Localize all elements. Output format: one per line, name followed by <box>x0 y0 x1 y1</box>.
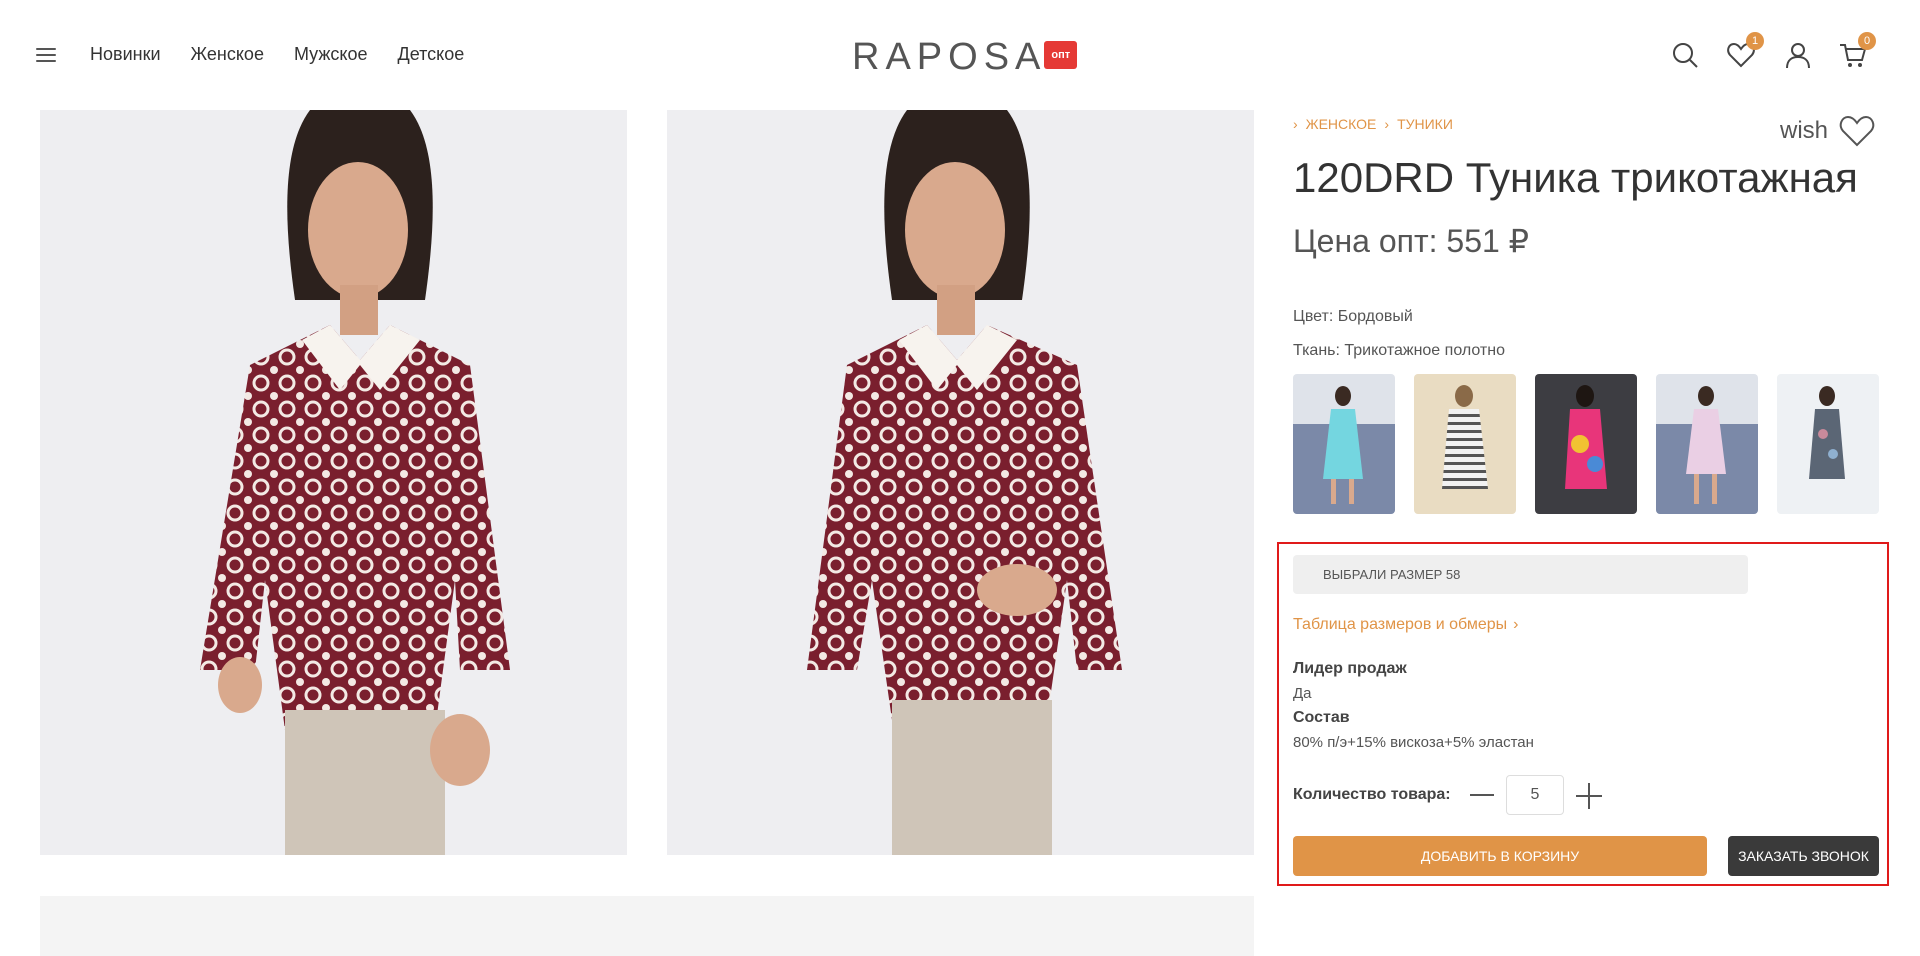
logo[interactable]: RAPOSA опт <box>852 36 1078 79</box>
user-icon[interactable] <box>1783 40 1813 70</box>
heart-icon[interactable]: 1 <box>1726 32 1764 70</box>
quantity-increase-button[interactable] <box>1576 783 1602 809</box>
hamburger-icon[interactable] <box>36 48 56 62</box>
chevron-right-icon: › <box>1384 116 1390 132</box>
wish-label: wish <box>1780 117 1829 144</box>
heart-icon <box>1839 115 1875 147</box>
spec-label-bestseller: Лидер продаж <box>1293 660 1407 677</box>
product-photo-angle[interactable] <box>667 110 1254 855</box>
variant-thumb-pink-print[interactable] <box>1535 374 1637 514</box>
size-selector[interactable]: ВЫБРАЛИ РАЗМЕР 58 <box>1293 555 1748 594</box>
nav-men[interactable]: Мужское <box>294 44 368 65</box>
breadcrumb-tunics[interactable]: ТУНИКИ <box>1397 116 1453 132</box>
cart-count: 0 <box>1858 32 1876 50</box>
product-color: Цвет: Бордовый <box>1293 308 1413 325</box>
nav-new[interactable]: Новинки <box>90 44 161 65</box>
nav-women[interactable]: Женское <box>191 44 264 65</box>
chevron-right-icon: › <box>1513 616 1519 633</box>
main-nav: Новинки Женское Мужское Детское <box>90 44 464 65</box>
product-price: Цена опт: 551 ₽ <box>1293 223 1530 259</box>
quantity-decrease-button[interactable] <box>1470 794 1494 796</box>
search-icon[interactable] <box>1670 40 1700 70</box>
header-icons: 1 0 <box>1670 32 1920 76</box>
quantity-input[interactable] <box>1506 775 1564 815</box>
wishlist-count: 1 <box>1746 32 1764 50</box>
logo-text: RAPOSA <box>852 36 1047 78</box>
spec-value-bestseller: Да <box>1293 685 1312 702</box>
size-table-label: Таблица размеров и обмеры <box>1293 616 1508 633</box>
order-call-button[interactable]: ЗАКАЗАТЬ ЗВОНОК <box>1728 836 1879 876</box>
breadcrumb-women[interactable]: ЖЕНСКОЕ <box>1306 116 1377 132</box>
product-fabric: Ткань: Трикотажное полотно <box>1293 342 1505 359</box>
color-variants <box>1293 374 1879 514</box>
variant-thumb-striped[interactable] <box>1414 374 1516 514</box>
product-title: 120DRD Туника трикотажная <box>1293 154 1858 201</box>
spec-label-composition: Состав <box>1293 709 1350 726</box>
spec-value-composition: 80% п/э+15% вискоза+5% эластан <box>1293 734 1534 751</box>
variant-thumb-lilac[interactable] <box>1656 374 1758 514</box>
breadcrumb: › ЖЕНСКОЕ › ТУНИКИ <box>1293 116 1453 132</box>
site-header: Новинки Женское Мужское Детское RAPOSA о… <box>0 0 1920 110</box>
variant-thumb-turquoise[interactable] <box>1293 374 1395 514</box>
quantity-label: Количество товара: <box>1293 786 1451 803</box>
wish-button[interactable]: wish <box>1780 112 1876 150</box>
add-to-cart-button[interactable]: ДОБАВИТЬ В КОРЗИНУ <box>1293 836 1707 876</box>
cart-icon[interactable]: 0 <box>1838 32 1876 70</box>
product-photo-front[interactable] <box>40 110 627 855</box>
variant-thumb-grey-print[interactable] <box>1777 374 1879 514</box>
chevron-right-icon: › <box>1293 116 1298 132</box>
description-panel <box>40 896 1254 956</box>
logo-badge: опт <box>1044 40 1078 69</box>
nav-kids[interactable]: Детское <box>398 44 465 65</box>
size-table-link[interactable]: Таблица размеров и обмеры › <box>1293 616 1519 634</box>
